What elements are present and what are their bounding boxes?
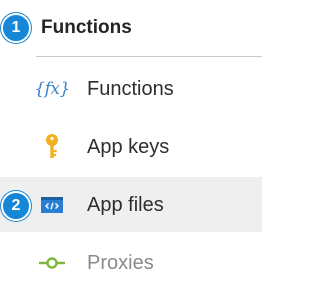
nav-item-proxies[interactable]: Proxies <box>0 235 262 290</box>
functions-section-header: 1 Functions <box>0 0 262 56</box>
nav-item-label: Functions <box>87 77 174 100</box>
nav-item-label: App keys <box>87 135 170 158</box>
nav-item-label: Proxies <box>87 251 154 274</box>
function-fx-icon: {fx} <box>34 78 70 99</box>
step-badge-1: 1 <box>1 13 31 43</box>
key-icon <box>38 133 66 161</box>
step-badge-2: 2 <box>1 191 31 221</box>
nav-item-app-keys[interactable]: App keys <box>0 119 262 174</box>
nav-item-label: App files <box>87 193 164 216</box>
proxy-icon <box>38 249 66 277</box>
section-title: Functions <box>41 17 132 38</box>
nav-item-functions[interactable]: {fx} Functions <box>0 61 262 116</box>
functions-menu-panel: 1 Functions {fx} Functions App keys 2 Ap… <box>0 0 262 300</box>
code-file-icon <box>38 191 66 219</box>
nav-item-app-files[interactable]: 2 App files <box>0 177 262 232</box>
header-divider <box>36 56 262 57</box>
